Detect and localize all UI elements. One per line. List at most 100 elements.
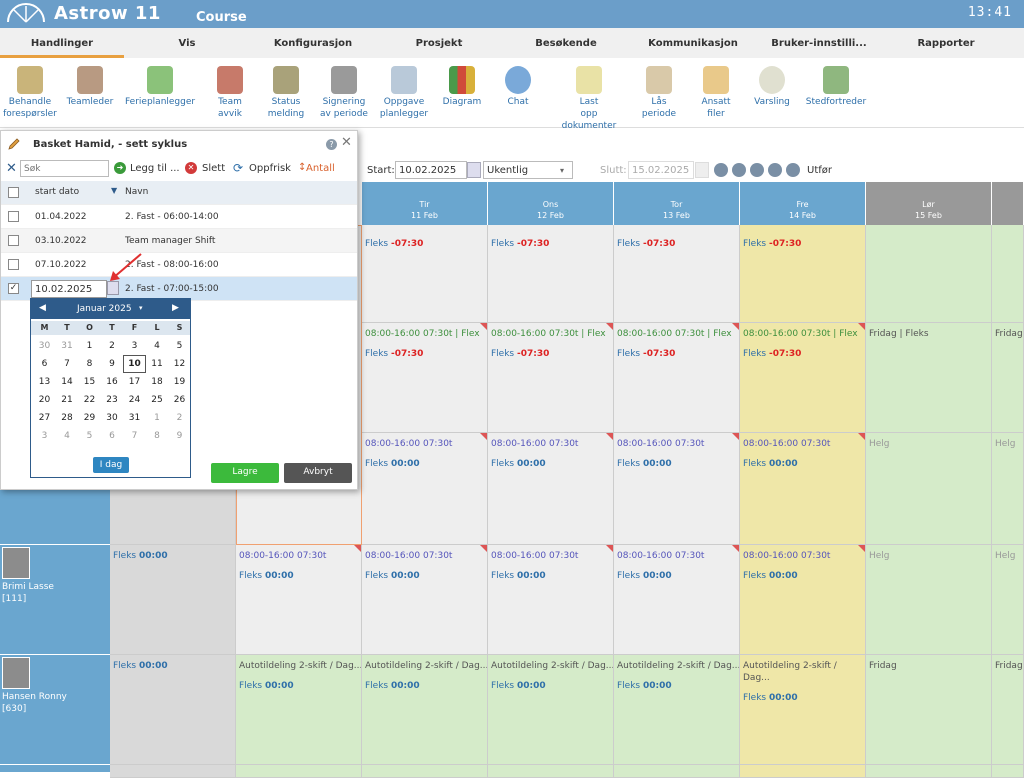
schedule-cell[interactable]: Fridag — [992, 323, 1024, 433]
calendar-day[interactable]: 26 — [168, 391, 191, 409]
calendar-day[interactable]: 3 — [123, 337, 146, 355]
start-date-field[interactable]: 10.02.2025 — [31, 280, 107, 298]
row-checkbox[interactable] — [8, 211, 19, 222]
previous-month-icon[interactable]: ◀ — [39, 303, 46, 313]
schedule-cell[interactable]: 08:00-16:00 07:30t Fleks 00:00 — [740, 433, 866, 545]
calendar-day[interactable]: 1 — [146, 409, 169, 427]
schedule-cell[interactable]: 08:00-16:00 07:30t Fleks 00:00 — [614, 545, 740, 655]
schedule-cell[interactable]: Autotildeling 2-skift / Dag... Fleks 00:0… — [488, 655, 614, 765]
column-header-lor[interactable]: Lør 15 Feb — [866, 182, 992, 225]
schedule-cell[interactable]: 08:00-16:00 07:30t Fleks 00:00 — [614, 433, 740, 545]
calendar-day[interactable]: 28 — [56, 409, 79, 427]
column-header-son[interactable] — [992, 182, 1024, 225]
menu-vis[interactable]: Vis — [179, 38, 196, 49]
today-button[interactable]: I dag — [93, 457, 129, 473]
column-header-ons[interactable]: Ons 12 Feb — [488, 182, 614, 225]
schedule-cell[interactable]: Helg — [866, 545, 992, 655]
calendar-icon[interactable] — [467, 162, 481, 178]
schedule-cell[interactable]: Autotildeling 2-skift / Dag... Fleks 00:0… — [362, 655, 488, 765]
add-button[interactable]: Legg til ... — [130, 163, 180, 174]
next-period-icon[interactable] — [768, 163, 782, 177]
table-row[interactable]: 07.10.2022 2. Fast - 08:00-16:00 — [1, 253, 357, 277]
schedule-cell[interactable]: 08:00-16:00 07:30t | Flex Fleks -07:30 — [488, 323, 614, 433]
schedule-cell[interactable]: Helg — [992, 433, 1024, 545]
calendar-day[interactable]: 19 — [168, 373, 191, 391]
schedule-cell[interactable]: Fleks -07:30 — [614, 225, 740, 323]
calendar-day[interactable]: 13 — [33, 373, 56, 391]
menu-handlinger[interactable]: Handlinger — [31, 38, 93, 49]
schedule-cell[interactable]: 08:00-16:00 07:30t Fleks 00:00 — [362, 545, 488, 655]
table-row[interactable]: 01.04.2022 2. Fast - 06:00-14:00 — [1, 205, 357, 229]
calendar-day[interactable]: 5 — [78, 427, 101, 445]
calendar-day[interactable]: 9 — [101, 355, 124, 373]
play-icon[interactable] — [750, 163, 764, 177]
calendar-day[interactable]: 17 — [123, 373, 146, 391]
column-header-tir[interactable]: Tir 11 Feb — [362, 182, 488, 225]
clear-filter-icon[interactable]: ✕ — [6, 161, 17, 176]
calendar-day[interactable]: 31 — [123, 409, 146, 427]
calendar-day[interactable]: 2 — [168, 409, 191, 427]
row-checkbox[interactable] — [8, 259, 19, 270]
calendar-day[interactable]: 10 — [123, 355, 146, 373]
employee-cell[interactable]: Hansen Ronny [630] — [0, 655, 110, 765]
menu-bruker-innstillinger[interactable]: Bruker-innstilli... — [771, 38, 866, 49]
row-checkbox-checked[interactable]: ✓ — [8, 283, 19, 294]
ferieplanlegger-button[interactable]: Ferieplanlegger — [125, 58, 195, 108]
schedule-cell[interactable] — [992, 225, 1024, 323]
calendar-day[interactable]: 20 — [33, 391, 56, 409]
run-button[interactable]: Utfør — [807, 165, 832, 176]
schedule-cell[interactable] — [992, 765, 1024, 778]
calendar-day[interactable]: 23 — [101, 391, 124, 409]
employee-cell[interactable]: Brimi Lasse [111] — [0, 545, 110, 655]
schedule-cell[interactable]: Helg — [992, 545, 1024, 655]
calendar-day[interactable]: 4 — [56, 427, 79, 445]
employee-cell[interactable] — [0, 765, 110, 773]
calendar-day[interactable]: 25 — [146, 391, 169, 409]
schedule-cell[interactable]: Autotildeling 2-skift / Dag... Fleks 00:0… — [614, 655, 740, 765]
last-period-icon[interactable] — [786, 163, 800, 177]
calendar-day[interactable]: 7 — [123, 427, 146, 445]
schedule-cell[interactable]: 08:00-16:00 07:30t | Flex Fleks -07:30 — [740, 323, 866, 433]
calendar-day[interactable]: 16 — [101, 373, 124, 391]
schedule-cell[interactable]: 08:00-16:00 07:30t | Flex Fleks -07:30 — [362, 323, 488, 433]
schedule-cell[interactable]: Fridag — [992, 655, 1024, 765]
calendar-day[interactable]: 2 — [101, 337, 124, 355]
schedule-cell[interactable]: Fridag — [866, 655, 992, 765]
schedule-cell[interactable] — [866, 225, 992, 323]
chat-button[interactable]: Chat — [483, 58, 553, 108]
calendar-day[interactable]: 9 — [168, 427, 191, 445]
column-header-fre[interactable]: Fre 14 Feb — [740, 182, 866, 225]
calendar-day[interactable]: 14 — [56, 373, 79, 391]
next-month-icon[interactable]: ▶ — [172, 303, 179, 313]
menu-prosjekt[interactable]: Prosjekt — [416, 38, 463, 49]
search-input[interactable] — [20, 160, 109, 177]
calendar-day[interactable]: 21 — [56, 391, 79, 409]
schedule-cell[interactable] — [866, 765, 992, 778]
schedule-cell[interactable]: Fleks -07:30 — [488, 225, 614, 323]
schedule-cell[interactable] — [614, 765, 740, 778]
schedule-cell[interactable] — [110, 765, 236, 778]
schedule-cell[interactable]: Autotildeling 2-skift / Dag... Fleks 00:00 — [740, 655, 866, 765]
schedule-cell[interactable]: Helg — [866, 433, 992, 545]
calendar-day[interactable]: 27 — [33, 409, 56, 427]
calendar-day[interactable]: 22 — [78, 391, 101, 409]
cancel-button[interactable]: Avbryt — [284, 463, 352, 483]
calendar-day[interactable]: 8 — [78, 355, 101, 373]
schedule-cell[interactable] — [362, 765, 488, 778]
save-button[interactable]: Lagre — [211, 463, 279, 483]
menu-konfigurasjon[interactable]: Konfigurasjon — [274, 38, 352, 49]
calendar-day[interactable]: 24 — [123, 391, 146, 409]
calendar-day[interactable]: 5 — [168, 337, 191, 355]
calendar-day[interactable]: 7 — [56, 355, 79, 373]
menu-besokende[interactable]: Besøkende — [535, 38, 596, 49]
schedule-cell[interactable] — [236, 765, 362, 778]
calendar-day[interactable]: 6 — [33, 355, 56, 373]
calendar-day[interactable]: 12 — [168, 355, 191, 373]
schedule-cell[interactable]: 08:00-16:00 07:30t Fleks 00:00 — [488, 545, 614, 655]
stedfortreder-button[interactable]: Stedfortreder — [801, 58, 871, 108]
column-header-tor[interactable]: Tor 13 Feb — [614, 182, 740, 225]
select-all-checkbox[interactable] — [8, 187, 19, 198]
schedule-cell[interactable]: 08:00-16:00 07:30t | Flex Fleks -07:30 — [614, 323, 740, 433]
calendar-day[interactable]: 3 — [33, 427, 56, 445]
schedule-cell[interactable]: Autotildeling 2-skift / Dag... Fleks 00:0… — [236, 655, 362, 765]
